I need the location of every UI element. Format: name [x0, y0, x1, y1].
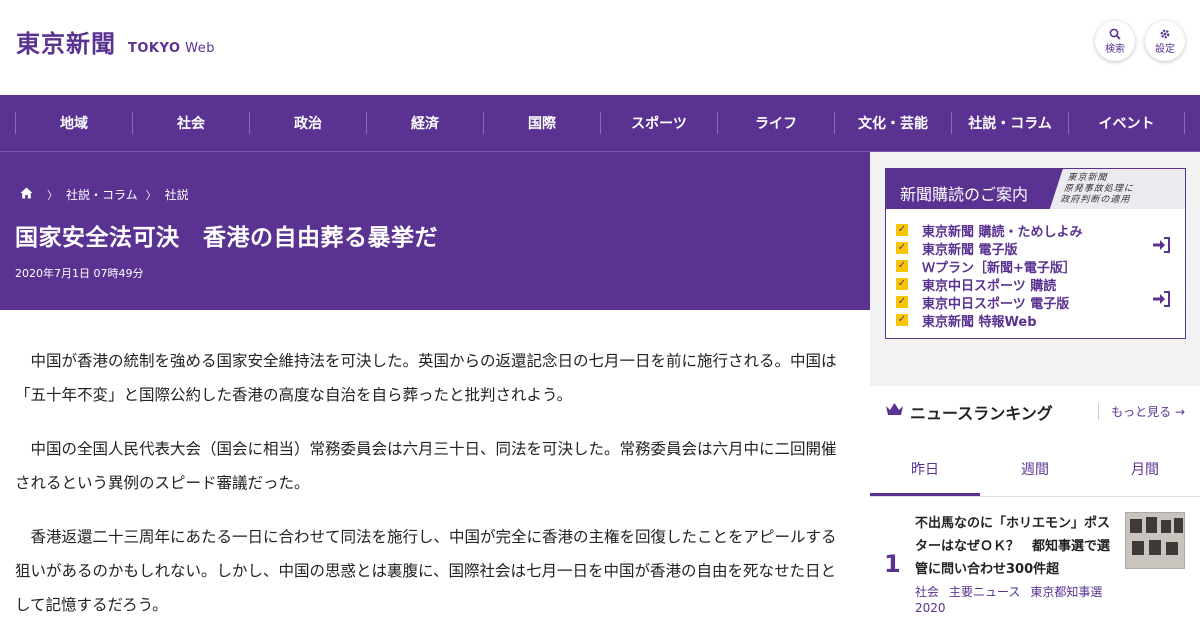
tab-monthly[interactable]: 月間 — [1090, 447, 1200, 496]
subscription-item[interactable]: ✓ 東京新聞 電子版 — [896, 239, 1185, 258]
tab-weekly[interactable]: 週間 — [980, 447, 1090, 496]
sidebar: 新聞購読のご案内 東京新聞 原発事故処理に 政府判断の適用 ✓ 東京新聞 購読・ためし… — [870, 152, 1200, 630]
settings-label: 設定 — [1155, 43, 1175, 55]
subscription-list: ✓ 東京新聞 購読・ためしよみ ✓ 東京新聞 電子版 ✓ Ｗプラン［新聞+電子版］ ✓… — [886, 209, 1185, 330]
newspaper-image: 東京新聞 原発事故処理に 政府判断の適用 — [1047, 169, 1185, 209]
nav-item-international[interactable]: 国際 — [483, 112, 600, 134]
logo-sub-text: TOKYO Web — [128, 41, 215, 56]
checkbox-icon: ✓ — [896, 260, 908, 272]
subscription-heading: 新聞購読のご案内 東京新聞 原発事故処理に 政府判断の適用 — [886, 169, 1185, 209]
nav-item-politics[interactable]: 政治 — [249, 112, 366, 134]
article-paragraph: 香港返還二十三周年にあたる一日に合わせて同法を施行し、中国が完全に香港の主権を回… — [15, 528, 837, 614]
site-header: 東京新聞 TOKYO Web 検索 設定 — [0, 0, 1200, 95]
nav-item-culture[interactable]: 文化・芸能 — [834, 112, 951, 134]
article-paragraph: 中国の全国人民代表大会（国会に相当）常務委員会は六月三十日、同法を可決した。常務… — [15, 440, 837, 492]
arrow-right-icon: → — [1174, 405, 1185, 419]
site-logo[interactable]: 東京新聞 TOKYO Web — [16, 24, 215, 59]
search-label: 検索 — [1105, 43, 1125, 55]
ranking-tags: 社会 主要ニュース 東京都知事選2020 — [915, 584, 1120, 616]
home-icon[interactable] — [20, 187, 33, 202]
article-header: 〉 社説・コラム 〉 社説 国家安全法可決 香港の自由葬る暴挙だ 2020年7月… — [0, 152, 870, 310]
sign-in-icon[interactable] — [1153, 237, 1171, 257]
article-thumbnail[interactable] — [1125, 512, 1185, 569]
tag-link[interactable]: 主要ニュース — [949, 585, 1020, 599]
gear-icon — [1159, 28, 1171, 42]
subscription-box: 新聞購読のご案内 東京新聞 原発事故処理に 政府判断の適用 ✓ 東京新聞 購読・ためし… — [885, 168, 1186, 339]
nav-item-economy[interactable]: 経済 — [366, 112, 483, 134]
checkbox-icon: ✓ — [896, 278, 908, 290]
rank-number: 1 — [884, 550, 901, 578]
ranking-heading: ニュースランキング — [885, 400, 1053, 424]
breadcrumb: 〉 社説・コラム 〉 社説 — [20, 186, 189, 203]
crown-icon — [885, 402, 904, 422]
search-icon — [1109, 28, 1121, 42]
subscription-item[interactable]: ✓ 東京中日スポーツ 購読 — [896, 275, 1185, 294]
subscription-item[interactable]: ✓ 東京中日スポーツ 電子版 — [896, 293, 1185, 312]
checkbox-icon: ✓ — [896, 296, 908, 308]
nav-item-event[interactable]: イベント — [1068, 112, 1185, 134]
more-link[interactable]: もっと見る → — [1098, 403, 1185, 420]
nav-item-region[interactable]: 地域 — [15, 112, 132, 134]
nav-item-sports[interactable]: スポーツ — [600, 112, 717, 134]
sign-in-icon[interactable] — [1153, 291, 1171, 311]
nav-item-life[interactable]: ライフ — [717, 112, 834, 134]
checkbox-icon: ✓ — [896, 242, 908, 254]
article-date: 2020年7月1日 07時49分 — [15, 267, 144, 280]
subscription-item[interactable]: ✓ Ｗプラン［新聞+電子版］ — [896, 257, 1185, 276]
ranking-tabs: 昨日 週間 月間 — [870, 447, 1200, 497]
checkbox-icon: ✓ — [896, 314, 908, 326]
checkbox-icon: ✓ — [896, 224, 908, 236]
ranking-headline[interactable]: 不出馬なのに「ホリエモン」ポスターはなぜＯＫ？ 都知事選で選管に問い合わせ300… — [915, 512, 1120, 581]
article-paragraph: 中国が香港の統制を強める国家安全維持法を可決した。英国からの返還記念日の七月一日… — [15, 352, 837, 404]
main-nav: 地域 社会 政治 経済 国際 スポーツ ライフ 文化・芸能 社説・コラム イベン… — [0, 95, 1200, 152]
subscription-item[interactable]: ✓ 東京新聞 購読・ためしよみ — [896, 221, 1185, 240]
breadcrumb-item-editorial-column[interactable]: 社説・コラム — [66, 186, 138, 203]
subscription-item[interactable]: ✓ 東京新聞 特報Web — [896, 311, 1185, 330]
article-body: 中国が香港の統制を強める国家安全維持法を可決した。英国からの返還記念日の七月一日… — [15, 344, 851, 630]
settings-button[interactable]: 設定 — [1145, 21, 1185, 61]
logo-main-text: 東京新聞 — [16, 29, 116, 58]
nav-item-society[interactable]: 社会 — [132, 112, 249, 134]
news-ranking: ニュースランキング もっと見る → 昨日 週間 月間 1 不出馬なのに「ホリエモ… — [870, 386, 1200, 630]
chevron-right-icon: 〉 — [145, 188, 157, 202]
breadcrumb-item-editorial[interactable]: 社説 — [165, 186, 189, 203]
article-title: 国家安全法可決 香港の自由葬る暴挙だ — [15, 225, 438, 251]
chevron-right-icon: 〉 — [47, 188, 58, 202]
tag-link[interactable]: 社会 — [915, 585, 939, 599]
tab-yesterday[interactable]: 昨日 — [870, 447, 980, 496]
nav-item-editorial[interactable]: 社説・コラム — [951, 112, 1068, 134]
search-button[interactable]: 検索 — [1095, 21, 1135, 61]
